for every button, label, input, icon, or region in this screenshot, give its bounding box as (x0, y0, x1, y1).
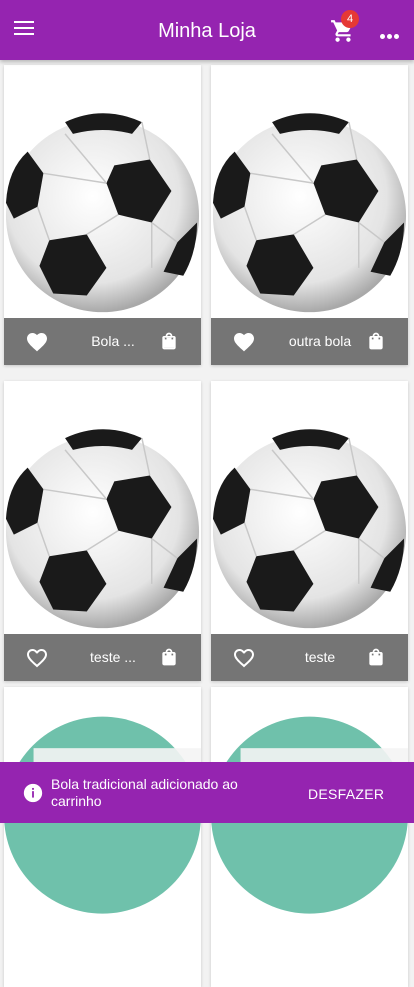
product-card[interactable]: teste (211, 381, 408, 681)
shopping-bag-icon[interactable] (366, 330, 386, 352)
heart-filled-icon[interactable] (25, 330, 49, 352)
shopping-bag-icon[interactable] (159, 646, 179, 668)
shopping-bag-icon[interactable] (159, 330, 179, 352)
snackbar: Bola tradicional adicionado ao carrinho … (0, 762, 414, 823)
product-card-footer: teste ... (4, 634, 201, 681)
product-card[interactable] (211, 687, 408, 987)
product-name: teste ... (90, 649, 136, 665)
info-icon (22, 782, 44, 804)
soccer-ball-image (5, 113, 200, 313)
snackbar-message: Bola tradicional adicionado ao carrinho (51, 776, 238, 809)
more-options-icon[interactable] (380, 26, 402, 39)
soccer-ball-image (212, 429, 407, 629)
product-card[interactable]: teste ... (4, 381, 201, 681)
heart-outline-icon[interactable] (232, 646, 256, 668)
shopping-bag-icon[interactable] (366, 646, 386, 668)
product-card[interactable] (4, 687, 201, 987)
product-card[interactable]: Bola ... (4, 65, 201, 365)
product-name: Bola ... (91, 333, 135, 349)
product-image (4, 716, 201, 914)
heart-outline-icon[interactable] (25, 646, 49, 668)
product-card-footer: teste (211, 634, 408, 681)
product-card[interactable]: outra bola (211, 65, 408, 365)
heart-filled-icon[interactable] (232, 330, 256, 352)
soccer-ball-image (212, 113, 407, 313)
product-name: teste (304, 649, 336, 665)
soccer-ball-image (5, 429, 200, 629)
product-image (211, 716, 408, 914)
product-name: outra bola (288, 333, 352, 349)
app-bar: Minha Loja 4 (0, 0, 414, 60)
undo-button[interactable]: DESFAZER (308, 786, 384, 802)
cart-count-badge: 4 (341, 10, 359, 28)
product-card-footer: Bola ... (4, 318, 201, 365)
product-card-footer: outra bola (211, 318, 408, 365)
